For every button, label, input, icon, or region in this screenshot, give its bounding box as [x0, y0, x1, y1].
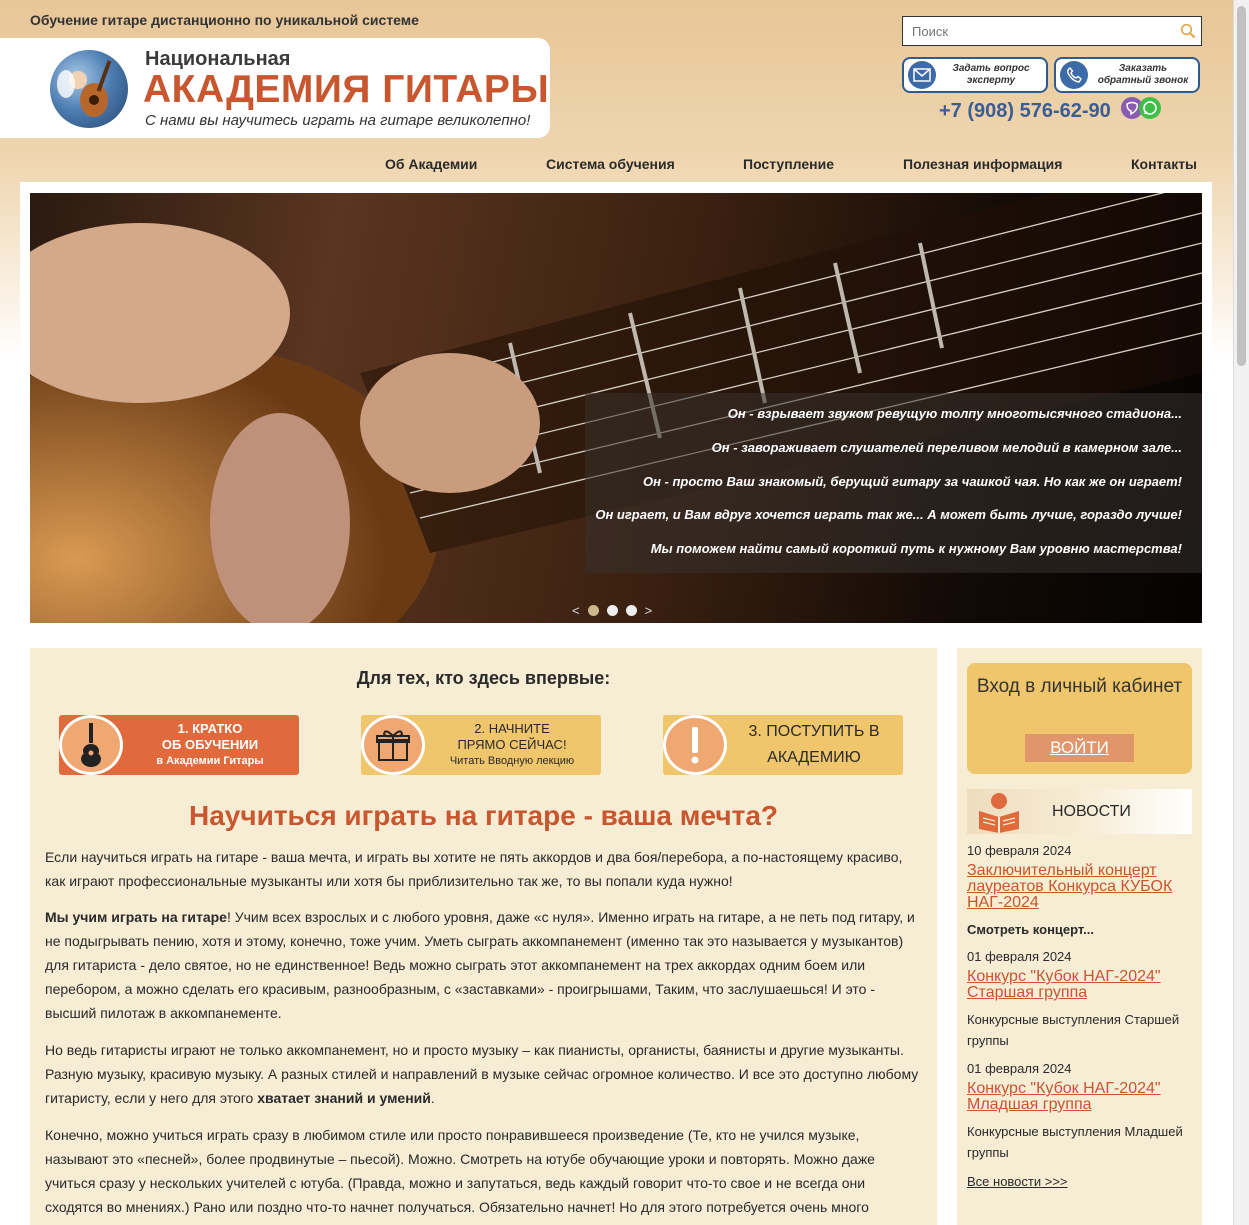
reader-icon [979, 793, 1019, 833]
step3-line2: АКАДЕМИЮ [767, 749, 861, 766]
hero-slider[interactable]: Он - взрывает звуком ревущую толпу много… [30, 193, 1202, 623]
caption-line: Он играет, и Вам вдруг хочется играть та… [595, 507, 1182, 522]
paragraph-4: Конечно, можно учиться играть сразу в лю… [45, 1127, 875, 1225]
paragraph-2-bold: Мы учим играть на гитаре [45, 909, 227, 925]
callback-button[interactable]: Заказать обратный звонок [1054, 57, 1200, 93]
slider-dot[interactable] [587, 605, 599, 616]
slider-pagination: < > [572, 603, 652, 618]
main-content: Для тех, кто здесь впервые: 1. КРАТКО ОБ… [30, 648, 937, 1225]
step-about-education-button[interactable]: 1. КРАТКО ОБ ОБУЧЕНИИ в Академии Гитары [59, 715, 299, 775]
search-icon[interactable] [1175, 18, 1201, 44]
page-scrollbar[interactable] [1233, 0, 1249, 1225]
slider-next-arrow[interactable]: > [645, 603, 653, 618]
news-description: Конкурсные выступления Старшей группы [967, 1012, 1180, 1048]
nav-item-education-system[interactable]: Система обучения [546, 156, 675, 172]
sidebar: Вход в личный кабинет ВОЙТИ НОВОСТИ 10 ф… [957, 648, 1202, 1225]
news-item: 10 февраля 2024 Заключительный концерт л… [967, 843, 1192, 940]
all-news-link[interactable]: Все новости >>> [967, 1174, 1068, 1189]
paragraph-1: Если научиться играть на гитаре - ваша м… [45, 849, 903, 889]
phone-icon [1060, 61, 1088, 89]
ask-expert-button[interactable]: Задать вопрос эксперту [902, 57, 1048, 93]
step-enroll-button[interactable]: 3. ПОСТУПИТЬ В АКАДЕМИЮ [663, 715, 903, 775]
paragraph-3: Но ведь гитаристы играют не только акком… [45, 1038, 925, 1110]
news-header: НОВОСТИ [967, 789, 1192, 834]
callback-label: Заказать обратный звонок [1097, 63, 1189, 86]
paragraph-2-text: ! Учим всех взрослых и с любого уровня, … [45, 909, 915, 1021]
gift-icon [361, 715, 425, 775]
slider-caption: Он - взрывает звуком ревущую толпу много… [585, 393, 1202, 573]
envelope-icon [908, 61, 936, 89]
news-date: 10 февраля 2024 [967, 843, 1072, 858]
step1-line1: 1. КРАТКО [177, 721, 243, 736]
news-link[interactable]: Конкурс "Кубок НАГ-2024" Старшая группа [967, 969, 1192, 1001]
login-box: Вход в личный кабинет ВОЙТИ [967, 663, 1192, 774]
nav-item-contacts[interactable]: Контакты [1131, 156, 1197, 172]
news-description[interactable]: Смотреть концерт... [967, 919, 1192, 940]
paragraph-2: Мы учим играть на гитаре! Учим всех взро… [45, 905, 925, 1025]
news-description: Конкурсные выступления Младшей группы [967, 1124, 1183, 1160]
slider-dot[interactable] [606, 605, 618, 616]
caption-line: Он - завораживает слушателей переливом м… [711, 440, 1182, 455]
step-start-now-button[interactable]: 2. НАЧНИТЕ ПРЯМО СЕЙЧАС! Читать Вводную … [361, 715, 601, 775]
exclamation-icon [663, 715, 727, 775]
search-box [902, 16, 1202, 46]
site-logo[interactable]: Национальная АКАДЕМИЯ ГИТАРЫ С нами вы н… [0, 38, 550, 138]
news-item: 01 февраля 2024 Конкурс "Кубок НАГ-2024"… [967, 1061, 1192, 1163]
site-tagline: Обучение гитаре дистанционно по уникальн… [30, 12, 419, 28]
step1-line2: ОБ ОБУЧЕНИИ [161, 737, 259, 752]
nav-item-admission[interactable]: Поступление [743, 156, 834, 172]
caption-line: Он - взрывает звуком ревущую толпу много… [727, 406, 1182, 421]
paragraph-3-text: Но ведь гитаристы играют не только акком… [45, 1042, 919, 1106]
step3-line1: 3. ПОСТУПИТЬ В [748, 723, 880, 740]
slider-prev-arrow[interactable]: < [572, 603, 580, 618]
paragraph-3-bold: хватает знаний и умений [257, 1090, 431, 1106]
news-item: 01 февраля 2024 Конкурс "Кубок НАГ-2024"… [967, 949, 1192, 1051]
welcome-heading: Для тех, кто здесь впервые: [356, 668, 611, 688]
news-link[interactable]: Заключительный концерт лауреатов Конкурс… [967, 863, 1192, 911]
scrollbar-thumb[interactable] [1237, 6, 1246, 366]
news-date: 01 февраля 2024 [967, 949, 1072, 964]
step2-line2: ПРЯМО СЕЙЧАС! [457, 737, 567, 752]
logo-angel-guitar-icon [50, 50, 128, 128]
login-button[interactable]: ВОЙТИ [1025, 734, 1134, 762]
login-title: Вход в личный кабинет [976, 676, 1183, 697]
logo-slogan: С нами вы научитесь играть на гитаре вел… [145, 112, 531, 129]
news-link[interactable]: Конкурс "Кубок НАГ-2024" Младшая группа [967, 1081, 1192, 1113]
page-title: Научиться играть на гитаре - ваша мечта? [188, 800, 779, 831]
paragraph-3-end: . [430, 1090, 435, 1106]
nav-item-useful-info[interactable]: Полезная информация [903, 156, 1062, 172]
step1-line3: в Академии Гитары [156, 755, 264, 767]
slider-dot[interactable] [625, 605, 637, 616]
news-title: НОВОСТИ [1052, 803, 1131, 820]
nav-item-about[interactable]: Об Академии [385, 156, 477, 172]
whatsapp-icon[interactable] [1139, 97, 1161, 119]
step2-line1: 2. НАЧНИТЕ [474, 721, 550, 736]
caption-line: Мы поможем найти самый короткий путь к н… [650, 541, 1182, 556]
step2-line3: Читать Вводную лекцию [449, 755, 575, 767]
phone-number[interactable]: +7 (908) 576-62-90 [939, 100, 1111, 123]
news-date: 01 февраля 2024 [967, 1061, 1072, 1076]
ask-expert-label: Задать вопрос эксперту [952, 63, 1030, 86]
caption-line: Он - просто Ваш знакомый, берущий гитару… [642, 474, 1182, 489]
logo-title-line2: АКАДЕМИЯ ГИТАРЫ [143, 68, 550, 111]
search-input[interactable] [903, 18, 1175, 44]
guitar-icon [59, 715, 123, 775]
